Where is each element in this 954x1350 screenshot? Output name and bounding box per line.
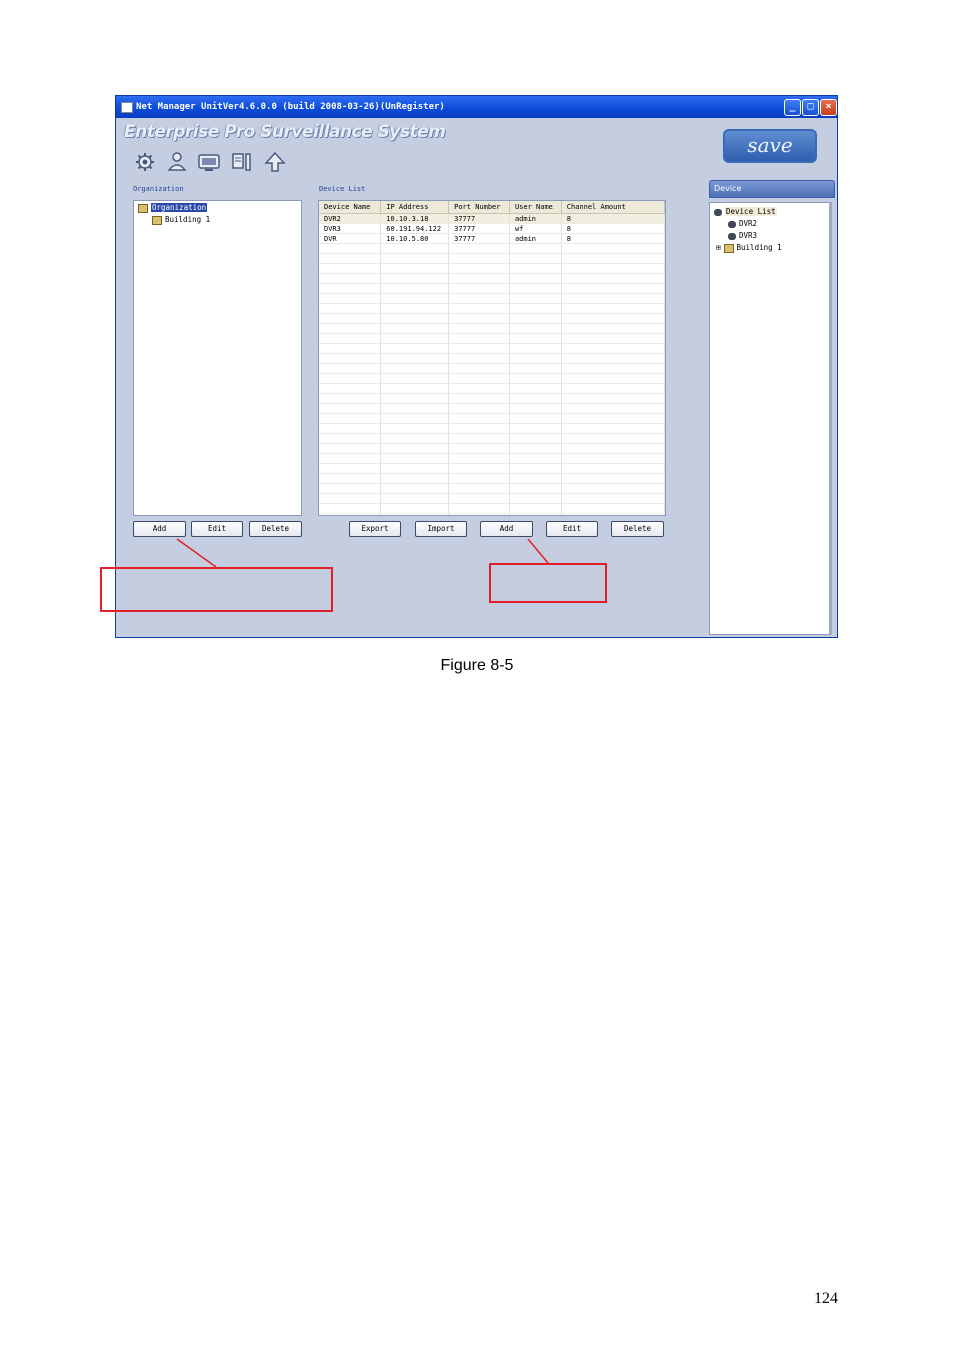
page-number: 124 — [814, 1290, 838, 1307]
callout-lines — [176, 538, 549, 568]
figure-caption: Figure 8-5 — [440, 657, 514, 674]
callout-box-right — [489, 563, 607, 603]
callout-line-left — [176, 538, 217, 568]
callout-box-left — [100, 567, 333, 612]
callout-line-right — [527, 538, 549, 564]
